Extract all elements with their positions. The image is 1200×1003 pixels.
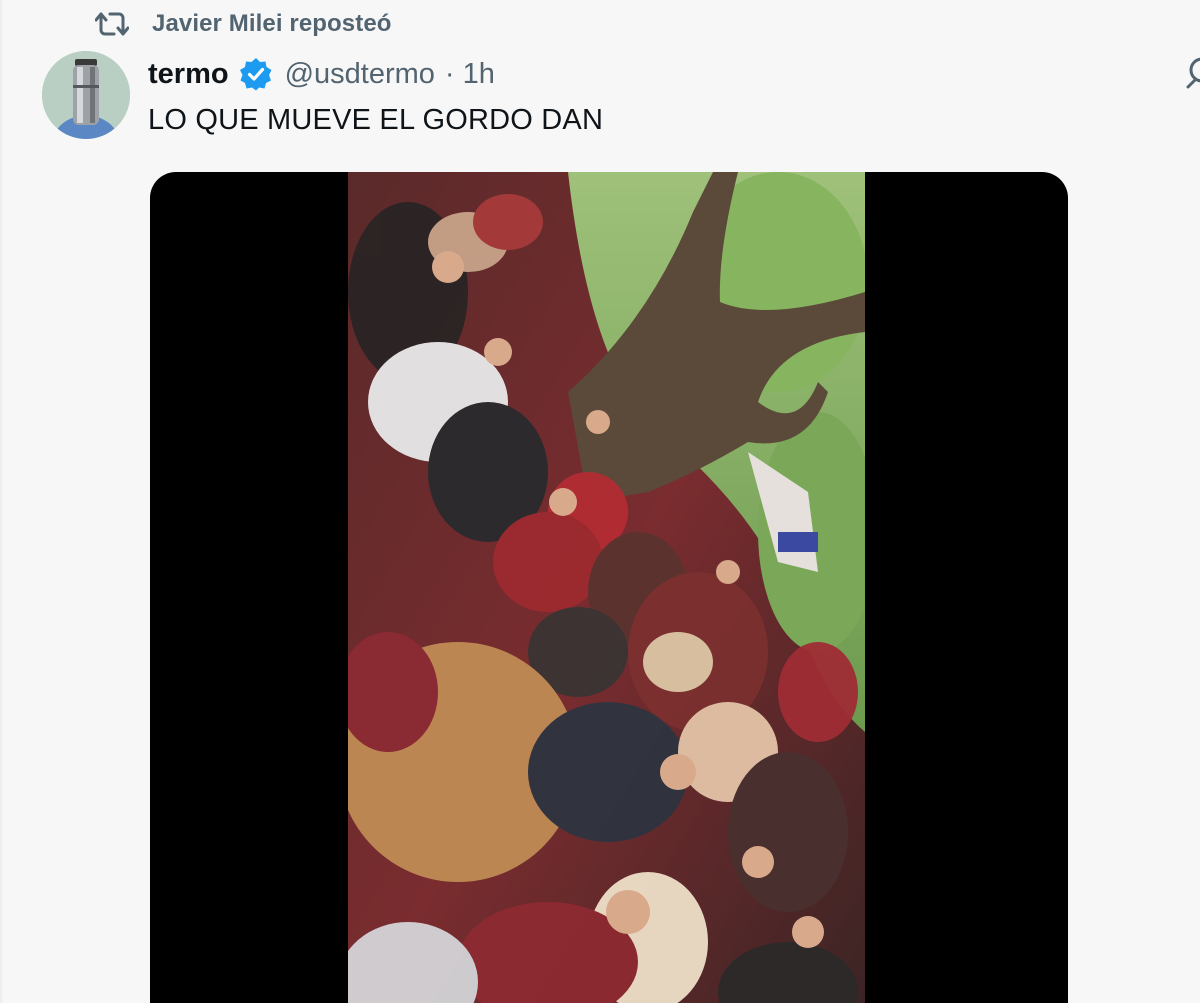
repost-label: Javier Milei reposteó (152, 10, 392, 37)
meta-separator: · (444, 57, 455, 90)
tweet-header: termo @usdtermo · 1h (148, 54, 495, 94)
grok-icon[interactable] (1186, 56, 1200, 90)
author-handle[interactable]: @usdtermo (285, 58, 435, 91)
author-display-name[interactable]: termo (148, 58, 229, 91)
repost-icon (94, 9, 130, 39)
crowd-video-frame[interactable] (348, 172, 865, 1003)
author-avatar[interactable] (42, 51, 130, 139)
verified-badge-icon[interactable] (239, 57, 273, 91)
tweet-text: LO QUE MUEVE EL GORDO DAN (148, 104, 604, 136)
repost-indicator[interactable]: Javier Milei reposteó (94, 8, 392, 40)
post-time[interactable]: 1h (463, 58, 495, 91)
video-player[interactable] (150, 172, 1068, 1003)
timeline-page: Javier Milei reposteó termo @usdtermo · … (0, 0, 1200, 1003)
thermos-avatar (42, 51, 130, 139)
